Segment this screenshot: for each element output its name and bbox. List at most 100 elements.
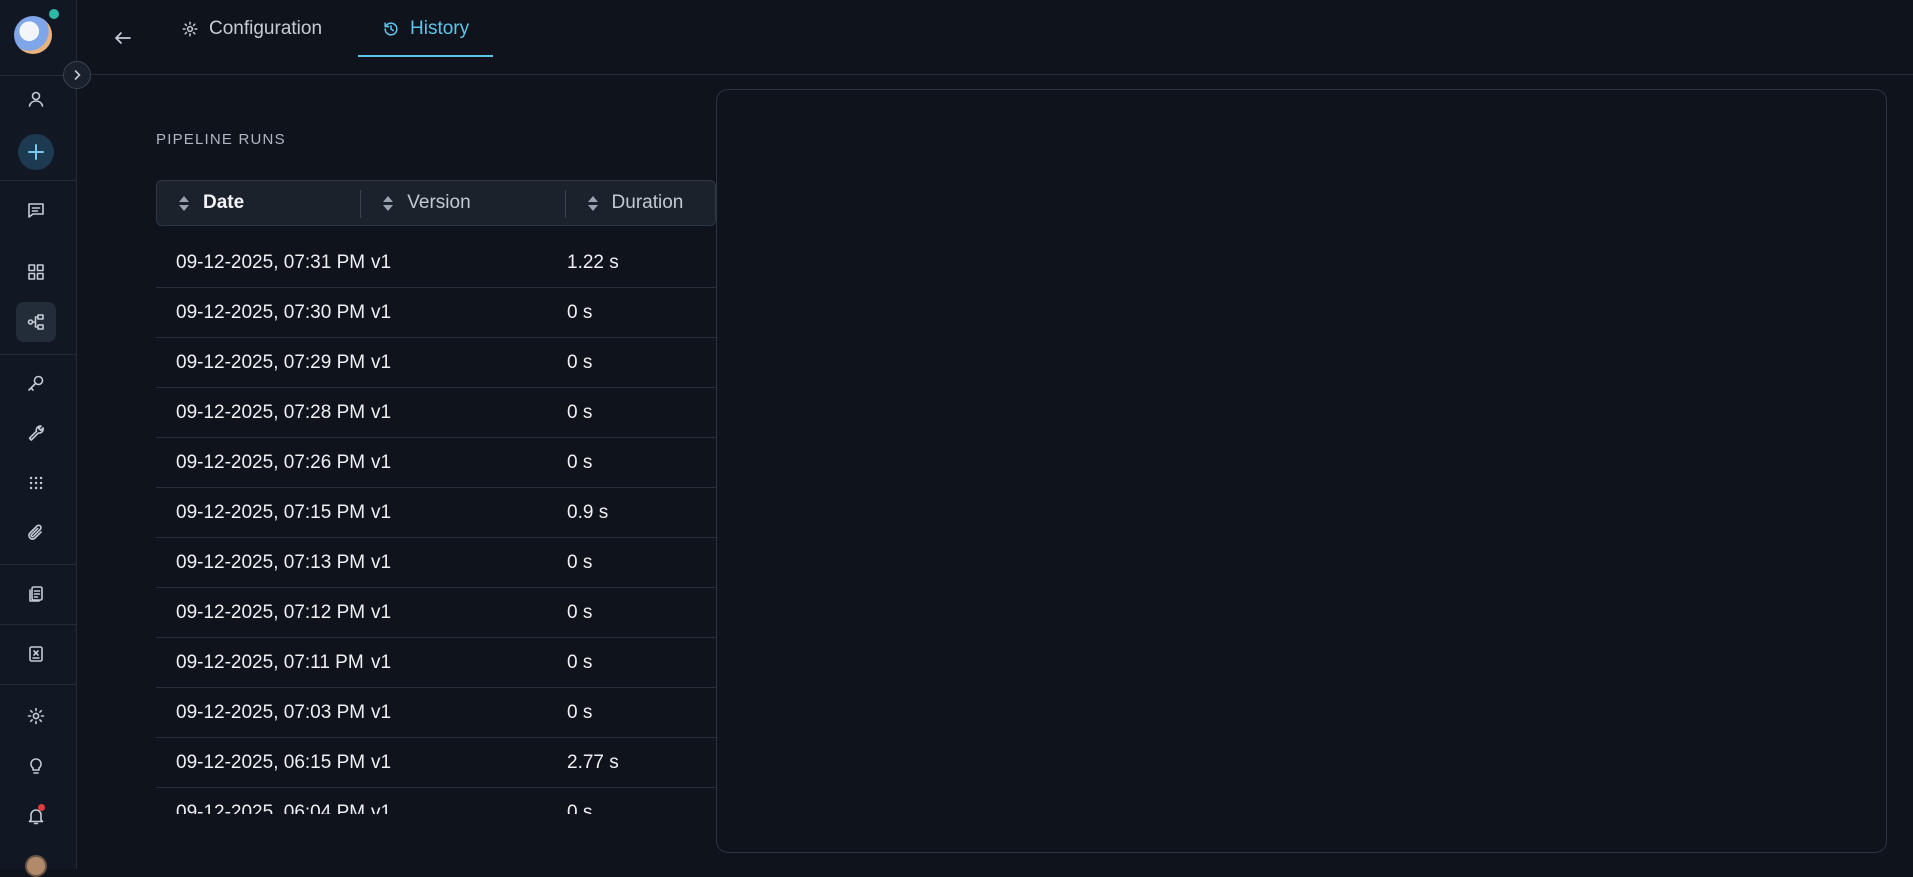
key-icon	[28, 375, 44, 391]
table-row[interactable]: 09-12-2025, 06:04 PM v1 0 s	[156, 788, 716, 815]
user-icon	[28, 91, 44, 107]
table-row[interactable]: 09-12-2025, 07:13 PM v1 0 s	[156, 538, 716, 588]
sidebar-item-documents[interactable]	[16, 574, 56, 614]
cell-duration: 0 s	[567, 801, 593, 815]
table-row[interactable]: 09-12-2025, 07:12 PM v1 0 s	[156, 588, 716, 638]
column-header-duration[interactable]: Duration	[566, 181, 715, 225]
sidebar-item-tips[interactable]	[16, 746, 56, 786]
cell-version: v1	[371, 401, 392, 423]
sidebar-item-dashboard[interactable]	[16, 252, 56, 292]
tab-history[interactable]: History	[358, 0, 494, 57]
sidebar-item-reports[interactable]	[16, 634, 56, 674]
report-icon	[29, 646, 43, 662]
table-body: 09-12-2025, 07:31 PM v1 1.22 s 09-12-2025,…	[156, 238, 716, 814]
arrow-left-icon	[115, 32, 131, 44]
tab-label: Configuration	[209, 17, 323, 39]
notification-badge	[38, 804, 45, 811]
sidebar-new-button[interactable]	[18, 134, 54, 170]
tab-label: History	[410, 17, 470, 39]
table-row[interactable]: 09-12-2025, 07:03 PM v1 0 s	[156, 688, 716, 738]
pipeline-icon	[27, 314, 44, 330]
documents-icon	[29, 586, 43, 602]
column-header-date[interactable]: Date	[157, 181, 362, 225]
column-label: Date	[203, 192, 245, 213]
sort-icon	[383, 195, 394, 211]
cell-version: v1	[371, 351, 392, 373]
cell-date: 09-12-2025, 07:29 PM	[176, 351, 366, 373]
table-row[interactable]: 09-12-2025, 07:26 PM v1 0 s	[156, 438, 716, 488]
table-row[interactable]: 09-12-2025, 07:31 PM v1 1.22 s	[156, 238, 716, 288]
plus-icon	[28, 144, 44, 160]
app-logo[interactable]	[14, 16, 52, 54]
cell-date: 09-12-2025, 07:12 PM	[176, 601, 366, 623]
sidebar-item-profile[interactable]	[16, 79, 56, 119]
cell-version: v1	[371, 301, 392, 323]
table-row[interactable]: 09-12-2025, 07:11 PM v1 0 s	[156, 638, 716, 688]
cell-duration: 0 s	[567, 451, 593, 473]
sort-icon	[179, 195, 189, 211]
cell-date: 09-12-2025, 07:30 PM	[176, 301, 366, 323]
sidebar-item-chat[interactable]	[16, 190, 56, 230]
cell-duration: 0 s	[567, 601, 593, 623]
sidebar-item-keys[interactable]	[16, 363, 56, 403]
sidebar-item-attachments[interactable]	[16, 513, 56, 553]
sidebar-divider	[0, 564, 77, 565]
cell-date: 09-12-2025, 07:31 PM	[176, 251, 366, 273]
back-button[interactable]	[107, 22, 139, 54]
tab-configuration[interactable]: Configuration	[157, 0, 346, 57]
top-nav: Configuration History	[77, 0, 1913, 75]
cell-duration: 0 s	[567, 551, 593, 573]
sidebar-divider	[0, 354, 77, 355]
column-label: Duration	[611, 192, 684, 213]
cell-version: v1	[371, 701, 392, 723]
gear-icon	[27, 707, 45, 725]
cell-duration: 0 s	[567, 301, 593, 323]
sidebar-divider	[0, 624, 77, 625]
cell-version: v1	[371, 651, 392, 673]
sidebar-expand-button[interactable]	[63, 61, 91, 89]
cell-version: v1	[371, 751, 392, 773]
table-row[interactable]: 09-12-2025, 07:28 PM v1 0 s	[156, 388, 716, 438]
cell-date: 09-12-2025, 07:15 PM	[176, 501, 366, 523]
cell-version: v1	[371, 501, 392, 523]
sidebar-item-tools[interactable]	[16, 413, 56, 453]
sidebar-item-pipelines[interactable]	[16, 302, 56, 342]
column-header-version[interactable]: Version	[361, 181, 566, 225]
cell-duration: 0 s	[567, 651, 593, 673]
section-title: PIPELINE RUNS	[156, 131, 286, 148]
chat-icon	[28, 203, 44, 218]
cell-date: 09-12-2025, 07:28 PM	[176, 401, 366, 423]
sidebar-item-apps[interactable]	[16, 463, 56, 503]
wrench-icon	[28, 425, 44, 441]
cell-version: v1	[371, 251, 392, 273]
cell-date: 09-12-2025, 07:03 PM	[176, 701, 366, 723]
cell-version: v1	[371, 451, 392, 473]
grid-icon	[28, 264, 44, 280]
sidebar-divider	[0, 684, 77, 685]
cell-date: 09-12-2025, 07:13 PM	[176, 551, 366, 573]
cell-date: 09-12-2025, 07:11 PM	[176, 651, 364, 673]
apps-grid-icon	[29, 476, 43, 490]
cell-duration: 2.77 s	[567, 751, 619, 773]
cell-duration: 0 s	[567, 401, 593, 423]
cell-version: v1	[371, 551, 392, 573]
table-row[interactable]: 09-12-2025, 07:30 PM v1 0 s	[156, 288, 716, 338]
avatar[interactable]	[25, 855, 47, 877]
run-detail-panel	[716, 89, 1887, 853]
sidebar-item-settings[interactable]	[16, 696, 56, 736]
cell-date: 09-12-2025, 07:26 PM	[176, 451, 366, 473]
table-row[interactable]: 09-12-2025, 07:15 PM v1 0.9 s	[156, 488, 716, 538]
table-row[interactable]: 09-12-2025, 07:29 PM v1 0 s	[156, 338, 716, 388]
cell-duration: 0 s	[567, 701, 593, 723]
chevron-right-icon	[74, 70, 81, 80]
table-row[interactable]: 09-12-2025, 06:15 PM v1 2.77 s	[156, 738, 716, 788]
sidebar-item-notifications[interactable]	[16, 796, 56, 836]
cell-version: v1	[371, 601, 392, 623]
cell-duration: 0 s	[567, 351, 593, 373]
cell-date: 09-12-2025, 06:04 PM	[176, 801, 366, 815]
cell-duration: 0.9 s	[567, 501, 609, 523]
cell-version: v1	[371, 801, 392, 815]
paperclip-icon	[28, 524, 42, 540]
sidebar	[0, 0, 77, 877]
cell-duration: 1.22 s	[567, 251, 619, 273]
